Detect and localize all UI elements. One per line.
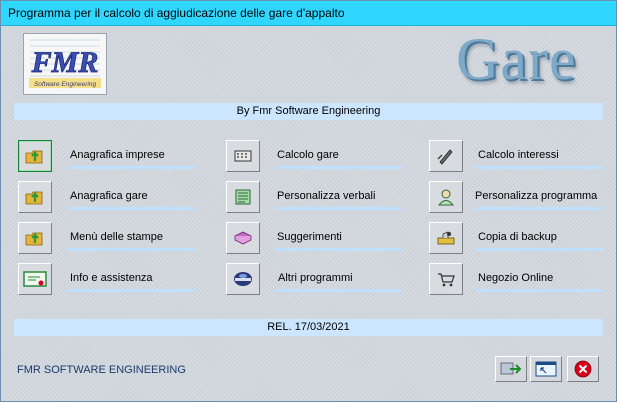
menu-stampe-button[interactable]	[18, 222, 52, 254]
book-icon	[234, 231, 252, 245]
calcolo-interessi-label: Calcolo interessi	[478, 149, 559, 161]
menu-underline	[476, 248, 604, 251]
menu-underline	[475, 207, 603, 210]
footer-company: FMR SOFTWARE ENGINEERING	[17, 364, 186, 376]
close-button[interactable]	[567, 356, 599, 382]
menu-anagrafica-gare[interactable]: Anagrafica gare	[18, 181, 198, 217]
suggerimenti-button[interactable]	[226, 222, 260, 254]
menu-underline	[68, 248, 196, 251]
info-assistenza-label: Info e assistenza	[70, 272, 153, 284]
menu-personalizza-programma[interactable]: Personalizza programma	[429, 181, 609, 217]
calcolo-interessi-button[interactable]	[429, 140, 463, 172]
menu-stampe[interactable]: Menù delle stampe	[18, 222, 198, 258]
menu-personalizza-verbali[interactable]: Personalizza verbali	[226, 181, 406, 217]
logo-letters: FMR	[31, 46, 99, 79]
anagrafica-imprese-label: Anagrafica imprese	[70, 149, 165, 161]
main-window: Programma per il calcolo di aggiudicazio…	[0, 0, 617, 402]
logo-tagline: Software Engineering	[34, 81, 97, 88]
menu-calcolo-gare[interactable]: Calcolo gare	[226, 140, 406, 176]
personalizza-verbali-label: Personalizza verbali	[277, 190, 376, 202]
pen-icon	[437, 149, 453, 165]
menu-underline	[476, 166, 604, 169]
copia-backup-label: Copia di backup	[478, 231, 557, 243]
altri-programmi-label: Altri programmi	[278, 272, 353, 284]
menu-underline	[68, 207, 196, 210]
menu-underline	[476, 289, 604, 292]
menu-underline	[276, 207, 402, 210]
document-icon	[235, 189, 251, 205]
menu-negozio-online[interactable]: Negozio Online	[429, 263, 609, 299]
release-band: REL. 17/03/2021	[14, 319, 603, 336]
anagrafica-gare-label: Anagrafica gare	[70, 190, 148, 202]
menu-underline	[68, 166, 196, 169]
menu-copia-backup[interactable]: Copia di backup	[429, 222, 609, 258]
menu-underline	[68, 289, 196, 292]
anagrafica-gare-button[interactable]	[18, 181, 52, 213]
header-band: By Fmr Software Engineering	[14, 103, 603, 120]
calcolo-gare-button[interactable]	[226, 140, 260, 172]
menu-suggerimenti[interactable]: Suggerimenti	[226, 222, 406, 258]
minimize-window-button[interactable]	[530, 356, 562, 382]
window-title: Programma per il calcolo di aggiudicazio…	[8, 6, 345, 20]
menu-anagrafica-imprese[interactable]: Anagrafica imprese	[18, 140, 198, 176]
folder-arrow-icon	[25, 232, 43, 246]
negozio-online-label: Negozio Online	[478, 272, 554, 284]
personalizza-programma-label: Personalizza programma	[475, 190, 598, 202]
negozio-online-button[interactable]	[429, 263, 463, 295]
copia-backup-button[interactable]	[429, 222, 463, 254]
info-assistenza-button[interactable]	[18, 263, 52, 295]
menu-calcolo-interessi[interactable]: Calcolo interessi	[429, 140, 609, 176]
anagrafica-imprese-button[interactable]	[18, 140, 52, 172]
exit-program-button[interactable]	[495, 356, 527, 382]
window-icon	[535, 361, 557, 377]
folder-arrow-icon	[25, 191, 43, 205]
personalizza-verbali-button[interactable]	[226, 181, 260, 213]
menu-underline	[276, 166, 402, 169]
menu-info-assistenza[interactable]: Info e assistenza	[18, 263, 198, 299]
suggerimenti-label: Suggerimenti	[277, 231, 342, 243]
title-bar[interactable]: Programma per il calcolo di aggiudicazio…	[1, 1, 616, 26]
fmr-logo: FMR Software Engineering	[23, 33, 107, 95]
calculator-icon	[234, 150, 252, 162]
certificate-icon	[23, 271, 47, 287]
menu-underline	[276, 289, 402, 292]
menu-stampe-label: Menù delle stampe	[70, 231, 163, 243]
backup-icon	[437, 231, 455, 245]
calcolo-gare-label: Calcolo gare	[277, 149, 339, 161]
altri-programmi-button[interactable]	[226, 263, 260, 295]
exit-arrow-icon	[500, 362, 522, 375]
personalizza-programma-button[interactable]	[429, 181, 463, 213]
app-title: Gare	[456, 26, 577, 92]
disk-icon	[234, 272, 252, 286]
menu-underline	[276, 248, 402, 251]
menu-altri-programmi[interactable]: Altri programmi	[226, 263, 406, 299]
cart-icon	[438, 273, 455, 287]
user-icon	[437, 189, 455, 206]
folder-arrow-icon	[25, 150, 43, 164]
close-icon	[574, 360, 592, 378]
